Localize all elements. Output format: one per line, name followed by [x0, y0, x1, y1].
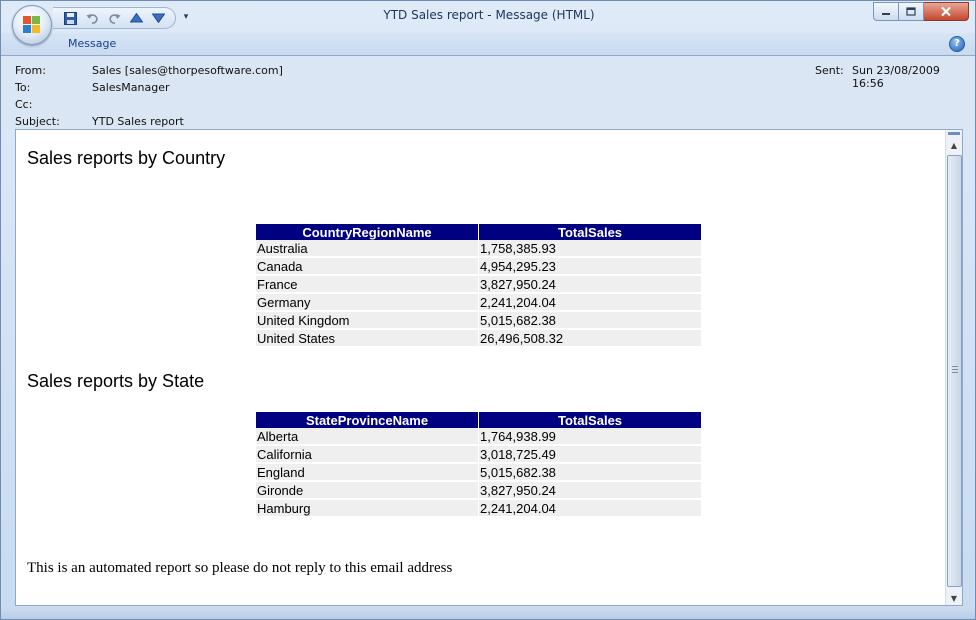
subject-value: YTD Sales report — [92, 115, 184, 128]
subject-label: Subject: — [15, 115, 60, 128]
sales-cell: 2,241,204.04 — [479, 500, 701, 518]
to-value[interactable]: SalesManager — [92, 81, 170, 94]
table-row: United Kingdom 5,015,682.38 — [256, 312, 701, 330]
window-controls — [873, 2, 969, 21]
title-bar[interactable]: ▾ YTD Sales report - Message (HTML) — [1, 1, 975, 45]
table-header-row: StateProvinceName TotalSales — [256, 412, 701, 428]
table-row: Gironde 3,827,950.24 — [256, 482, 701, 500]
state-cell: Alberta — [256, 428, 478, 446]
scroll-thumb[interactable] — [947, 155, 962, 587]
help-icon[interactable]: ? — [949, 36, 965, 52]
sales-cell: 5,015,682.38 — [479, 464, 701, 482]
scroll-up-icon[interactable]: ▲ — [946, 138, 962, 152]
cc-label: Cc: — [15, 98, 33, 111]
column-header: TotalSales — [479, 224, 701, 240]
automated-note: This is an automated report so please do… — [27, 560, 453, 576]
state-heading: Sales reports by State — [27, 371, 205, 391]
country-cell: Australia — [256, 240, 478, 258]
sales-cell: 1,758,385.93 — [479, 240, 701, 258]
table-row: California 3,018,725.49 — [256, 446, 701, 464]
office-button[interactable] — [12, 5, 52, 45]
table-row: England 5,015,682.38 — [256, 464, 701, 482]
country-cell: United States — [256, 330, 478, 348]
scroll-down-icon[interactable]: ▼ — [946, 591, 962, 605]
column-header: StateProvinceName — [256, 412, 478, 428]
message-window: ▾ YTD Sales report - Message (HTML) Mess… — [0, 0, 976, 620]
sales-cell: 1,764,938.99 — [479, 428, 701, 446]
country-cell: United Kingdom — [256, 312, 478, 330]
column-header: TotalSales — [479, 412, 701, 428]
from-label: From: — [15, 64, 46, 77]
close-icon[interactable] — [924, 2, 969, 21]
minimize-icon[interactable] — [873, 2, 899, 21]
table-row: France 3,827,950.24 — [256, 276, 701, 294]
sales-cell: 3,827,950.24 — [479, 482, 701, 500]
sales-cell: 3,018,725.49 — [479, 446, 701, 464]
state-cell: California — [256, 446, 478, 464]
country-table: CountryRegionName TotalSales Australia 1,… — [255, 224, 702, 348]
sent-value: Sun 23/08/2009 16:56 — [852, 64, 940, 90]
table-row: Alberta 1,764,938.99 — [256, 428, 701, 446]
country-cell: France — [256, 276, 478, 294]
country-heading: Sales reports by Country — [27, 148, 226, 168]
sales-cell: 3,827,950.24 — [479, 276, 701, 294]
table-row: Australia 1,758,385.93 — [256, 240, 701, 258]
sales-cell: 4,954,295.23 — [479, 258, 701, 276]
state-cell: Gironde — [256, 482, 478, 500]
message-body[interactable]: Sales reports by Country CountryRegionNa… — [15, 129, 963, 606]
sales-cell: 26,496,508.32 — [479, 330, 701, 348]
country-cell: Canada — [256, 258, 478, 276]
tab-message[interactable]: Message — [68, 37, 116, 50]
table-header-row: CountryRegionName TotalSales — [256, 224, 701, 240]
table-row: Germany 2,241,204.04 — [256, 294, 701, 312]
table-row: Hamburg 2,241,204.04 — [256, 500, 701, 518]
from-value[interactable]: Sales [sales@thorpesoftware.com] — [92, 64, 283, 77]
maximize-icon[interactable] — [899, 2, 924, 21]
office-button-icon — [23, 16, 41, 34]
sent-label: Sent: — [815, 64, 844, 77]
state-table: StateProvinceName TotalSales Alberta 1,76… — [255, 412, 702, 518]
window-title: YTD Sales report - Message (HTML) — [383, 8, 595, 22]
sales-cell: 5,015,682.38 — [479, 312, 701, 330]
ribbon-tab-row: Message ? — [1, 33, 975, 56]
table-row: Canada 4,954,295.23 — [256, 258, 701, 276]
column-header: CountryRegionName — [256, 224, 478, 240]
vertical-scrollbar[interactable]: ▲ ▼ — [945, 130, 962, 605]
state-cell: Hamburg — [256, 500, 478, 518]
sales-cell: 2,241,204.04 — [479, 294, 701, 312]
grip-icon — [952, 366, 958, 373]
to-label: To: — [15, 81, 31, 94]
state-cell: England — [256, 464, 478, 482]
message-content: Sales reports by Country CountryRegionNa… — [16, 130, 946, 605]
window-bottom-border — [1, 607, 975, 619]
message-header: From: Sales [sales@thorpesoftware.com] T… — [1, 56, 975, 129]
split-handle[interactable] — [948, 132, 960, 135]
country-cell: Germany — [256, 294, 478, 312]
table-row: United States 26,496,508.32 — [256, 330, 701, 348]
